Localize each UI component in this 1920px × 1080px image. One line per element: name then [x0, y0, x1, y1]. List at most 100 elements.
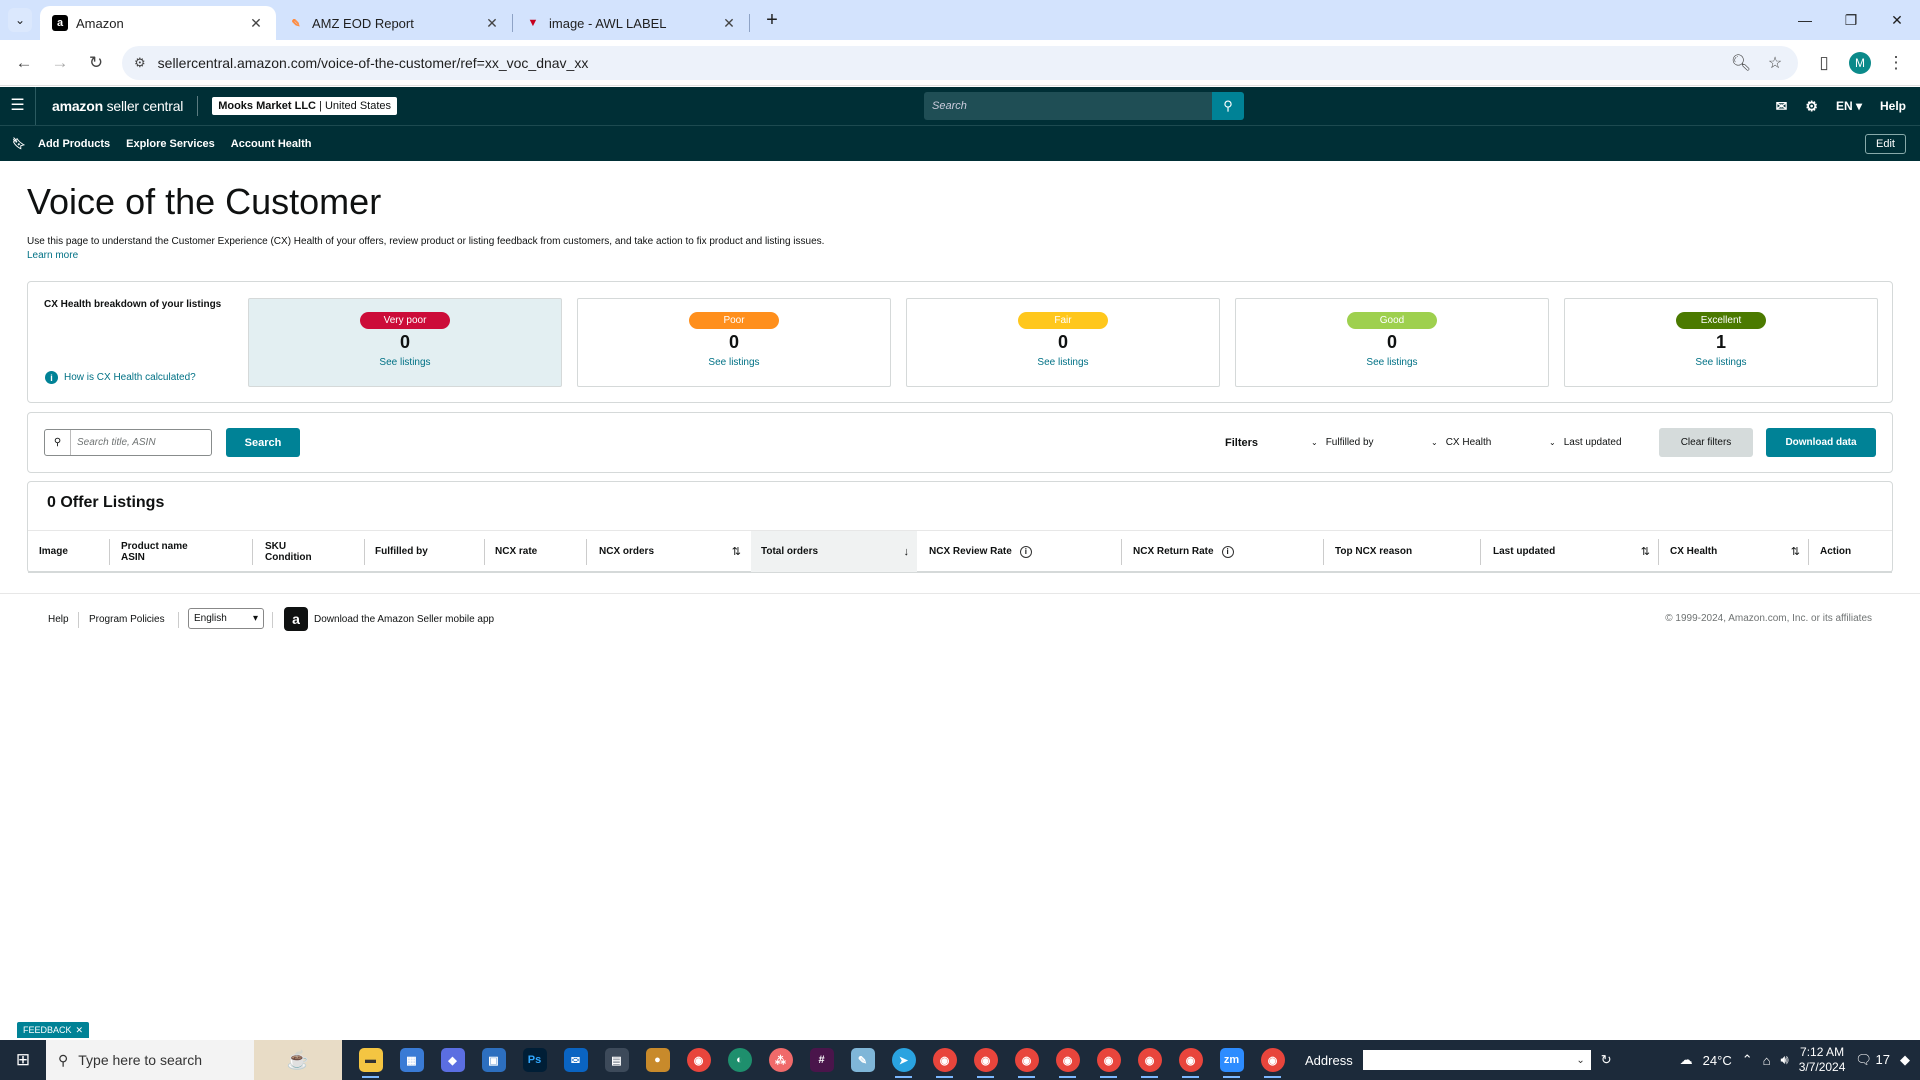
- nav-link-explore-services[interactable]: Explore Services: [126, 138, 215, 150]
- restore-icon[interactable]: ❐: [1828, 12, 1874, 29]
- close-icon[interactable]: ✕: [76, 1025, 84, 1036]
- info-icon[interactable]: i: [1221, 545, 1234, 558]
- zoom-icon[interactable]: 🔍︎: [1730, 53, 1752, 73]
- taskbar-search-box[interactable]: ⚲ Type here to search: [46, 1040, 254, 1080]
- reload-icon[interactable]: ↻: [80, 47, 112, 79]
- see-listings-link[interactable]: See listings: [249, 357, 561, 368]
- sort-descending-icon[interactable]: ↓: [904, 546, 910, 558]
- taskbar-chrome-profile-2[interactable]: ◉: [965, 1040, 1006, 1080]
- taskbar-zoom[interactable]: zm: [1211, 1040, 1252, 1080]
- address-bar[interactable]: ⚙ sellercentral.amazon.com/voice-of-the-…: [122, 45, 1798, 80]
- taskbar-mail[interactable]: ✉: [555, 1040, 596, 1080]
- windows-start-icon[interactable]: ⊞: [0, 1050, 46, 1070]
- download-app-link[interactable]: Download the Amazon Seller mobile app: [314, 614, 494, 625]
- tab-amz-eod-report[interactable]: ✎ AMZ EOD Report ✕: [276, 6, 512, 40]
- taskbar-game[interactable]: ●: [637, 1040, 678, 1080]
- cx-health-dropdown[interactable]: ⌄ CX Health: [1431, 437, 1491, 448]
- taskbar-clock[interactable]: 7:12 AM 3/7/2024: [1799, 1045, 1846, 1075]
- taskbar-notes[interactable]: ✎: [842, 1040, 883, 1080]
- taskbar-chrome-profile-5[interactable]: ◉: [1088, 1040, 1129, 1080]
- footer-language-select[interactable]: English ▾: [188, 608, 264, 629]
- taskbar-edge[interactable]: ◐: [719, 1040, 760, 1080]
- taskbar-chrome-profile-7[interactable]: ◉: [1170, 1040, 1211, 1080]
- taskbar-store[interactable]: ▦: [391, 1040, 432, 1080]
- see-listings-link[interactable]: See listings: [907, 357, 1219, 368]
- listing-search-input[interactable]: ⚲ Search title, ASIN: [44, 429, 212, 456]
- see-listings-link[interactable]: See listings: [578, 357, 890, 368]
- tab-awl-label[interactable]: ▼ image - AWL LABEL ✕: [513, 6, 749, 40]
- download-data-button[interactable]: Download data: [1766, 428, 1876, 457]
- mail-icon[interactable]: ✉: [1776, 98, 1788, 115]
- taskbar-chrome[interactable]: ◉: [678, 1040, 719, 1080]
- temperature[interactable]: 24°C: [1703, 1053, 1732, 1068]
- taskbar-chrome-profile-3[interactable]: ◉: [1006, 1040, 1047, 1080]
- close-tab-icon[interactable]: ✕: [721, 15, 737, 32]
- minimize-icon[interactable]: —: [1782, 12, 1828, 28]
- taskbar-chrome-profile-8[interactable]: ◉: [1252, 1040, 1293, 1080]
- account-selector[interactable]: Mooks Market LLC | United States: [212, 97, 398, 115]
- refresh-icon[interactable]: ↻: [1601, 1052, 1612, 1068]
- close-window-icon[interactable]: ✕: [1874, 12, 1920, 29]
- cx-card-poor[interactable]: Poor 0 See listings: [577, 298, 891, 387]
- bookmark-star-icon[interactable]: ☆: [1764, 53, 1786, 73]
- fulfilled-by-dropdown[interactable]: ⌄ Fulfilled by: [1311, 437, 1374, 448]
- tab-search-button[interactable]: ⌄: [8, 8, 32, 32]
- sort-icon[interactable]: ⇅: [1791, 545, 1800, 558]
- cx-card-good[interactable]: Good 0 See listings: [1235, 298, 1549, 387]
- profile-button[interactable]: M: [1844, 47, 1876, 79]
- column-ncx-orders[interactable]: NCX orders ⇅: [589, 531, 749, 572]
- search-highlight-icon[interactable]: ☕: [254, 1040, 342, 1080]
- bookmark-icon[interactable]: 🔖︎: [0, 137, 38, 150]
- weather-icon[interactable]: ☁: [1680, 1052, 1693, 1068]
- chevron-down-icon[interactable]: ⌄: [1576, 1055, 1584, 1066]
- help-link[interactable]: Help: [1880, 99, 1906, 113]
- see-listings-link[interactable]: See listings: [1236, 357, 1548, 368]
- taskbar-slack[interactable]: #: [801, 1040, 842, 1080]
- cx-health-how-link[interactable]: i How is CX Health calculated?: [45, 371, 196, 384]
- footer-help-link[interactable]: Help: [48, 614, 69, 625]
- column-total-orders[interactable]: Total orders ↓: [751, 531, 917, 572]
- site-info-icon[interactable]: ⚙: [134, 55, 146, 71]
- cx-card-excellent[interactable]: Excellent 1 See listings: [1564, 298, 1878, 387]
- close-tab-icon[interactable]: ✕: [248, 15, 264, 32]
- menu-kebab-icon[interactable]: ⋮: [1880, 47, 1912, 79]
- gear-icon[interactable]: ⚙: [1805, 98, 1818, 115]
- search-button[interactable]: Search: [226, 428, 300, 457]
- address-input[interactable]: ⌄: [1362, 1050, 1591, 1070]
- taskbar-telegram[interactable]: ➤: [883, 1040, 924, 1080]
- hamburger-menu-icon[interactable]: ☰: [0, 87, 36, 125]
- sort-icon[interactable]: ⇅: [1641, 545, 1650, 558]
- seller-central-logo[interactable]: amazon seller central: [52, 98, 183, 114]
- side-panel-icon[interactable]: ▯: [1808, 47, 1840, 79]
- back-arrow-icon[interactable]: ←: [8, 47, 40, 79]
- taskbar-file-explorer[interactable]: ▬: [350, 1040, 391, 1080]
- taskbar-copilot[interactable]: ◆: [432, 1040, 473, 1080]
- taskbar-chrome-profile-1[interactable]: ◉: [924, 1040, 965, 1080]
- forward-arrow-icon[interactable]: →: [44, 47, 76, 79]
- column-cx-health[interactable]: CX Health ⇅: [1660, 531, 1808, 572]
- copilot-tray-icon[interactable]: ◆: [1900, 1052, 1910, 1068]
- tab-amazon[interactable]: a Amazon ✕: [40, 6, 276, 40]
- clear-filters-button[interactable]: Clear filters: [1659, 428, 1753, 457]
- url-text[interactable]: sellercentral.amazon.com/voice-of-the-cu…: [158, 55, 1718, 71]
- language-selector[interactable]: EN ▾: [1836, 99, 1862, 113]
- new-tab-button[interactable]: +: [760, 9, 784, 32]
- footer-program-policies-link[interactable]: Program Policies: [89, 614, 165, 625]
- nav-link-add-products[interactable]: Add Products: [38, 138, 110, 150]
- last-updated-dropdown[interactable]: ⌄ Last updated: [1549, 437, 1622, 448]
- see-listings-link[interactable]: See listings: [1565, 357, 1877, 368]
- header-search-input[interactable]: Search: [924, 92, 1212, 120]
- taskbar-chrome-profile-6[interactable]: ◉: [1129, 1040, 1170, 1080]
- taskbar-remote-desktop[interactable]: ▣: [473, 1040, 514, 1080]
- search-icon[interactable]: ⚲: [1212, 92, 1244, 120]
- amazon-app-icon[interactable]: a: [284, 607, 308, 631]
- info-icon[interactable]: i: [1019, 545, 1032, 558]
- column-last-updated[interactable]: Last updated ⇅: [1483, 531, 1658, 572]
- taskbar-calculator[interactable]: ▤: [596, 1040, 637, 1080]
- cx-card-fair[interactable]: Fair 0 See listings: [906, 298, 1220, 387]
- close-tab-icon[interactable]: ✕: [484, 15, 500, 32]
- feedback-button[interactable]: FEEDBACK ✕: [17, 1022, 90, 1038]
- taskbar-chrome-profile-4[interactable]: ◉: [1047, 1040, 1088, 1080]
- taskbar-asana[interactable]: ⁂: [760, 1040, 801, 1080]
- volume-icon[interactable]: 🔊︎: [1780, 1052, 1788, 1068]
